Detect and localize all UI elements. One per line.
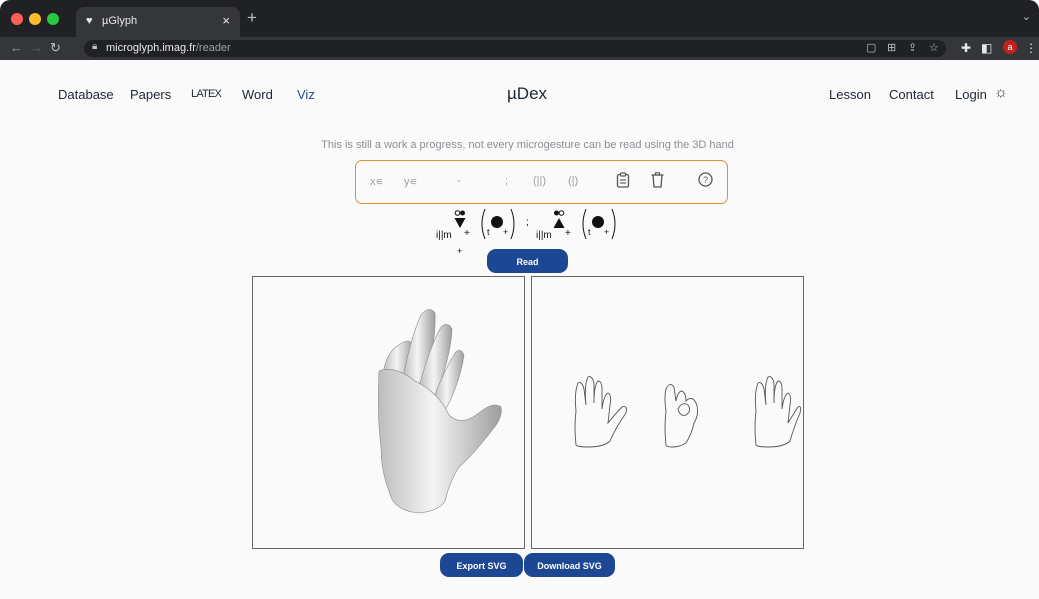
token-y[interactable]: y∊ (404, 175, 417, 188)
work-in-progress-notice: This is still a work a progress, not eve… (321, 139, 734, 151)
token-double-bar[interactable]: (||) (533, 175, 546, 187)
glyph-circle-paren-icon (481, 208, 515, 240)
url-omnibox[interactable]: 🔒︎ microglyph.imag.fr/reader ▢ ⊞ ⇪ ☆ (84, 40, 946, 57)
hand-line-drawings (574, 376, 802, 448)
window-minimize-button[interactable] (29, 13, 41, 25)
back-arrow-icon[interactable]: ← (10, 40, 23, 55)
formula-part2-paren-plus: + (604, 227, 610, 237)
tab-search-chevron-icon[interactable]: ⌄ (1022, 10, 1031, 23)
download-svg-button[interactable]: Download SVG (524, 553, 615, 577)
url-host: microglyph.imag.fr (106, 42, 196, 54)
lock-icon: 🔒︎ (92, 41, 98, 52)
token-dash[interactable]: - (457, 175, 461, 187)
url-text[interactable]: microglyph.imag.fr/reader (106, 42, 231, 54)
theme-toggle-sun-icon[interactable]: ☼ (994, 84, 1008, 101)
tab-close-icon[interactable]: × (222, 13, 230, 28)
nav-lesson[interactable]: Lesson (829, 87, 871, 102)
token-single-bar[interactable]: (|) (568, 175, 578, 187)
extensions-puzzle-icon[interactable]: ✚ (961, 41, 971, 55)
new-tab-button[interactable]: + (247, 8, 257, 28)
hand-3d-model (378, 309, 502, 514)
token-x[interactable]: x∊ (370, 175, 383, 188)
nav-papers[interactable]: Papers (130, 87, 171, 102)
formula-part2-paren-letter: t (588, 227, 591, 237)
clipboard-icon[interactable] (616, 172, 630, 191)
side-panel-icon[interactable]: ◧ (981, 41, 992, 55)
forward-arrow-icon[interactable]: → (30, 40, 43, 55)
formula-part1-paren-plus: + (503, 227, 509, 237)
formula-part1-sub-plus: + (457, 246, 463, 256)
brand-title[interactable]: µDex (507, 84, 547, 104)
glyph-down-triangle-icon (454, 210, 466, 228)
svg-text:?: ? (703, 175, 708, 185)
formula-separator: ; (526, 217, 529, 228)
read-button[interactable]: Read (487, 249, 568, 273)
page-content: Database Papers LATEX Word Viz µDex Less… (0, 60, 1039, 599)
hand-sketches-panel (531, 276, 804, 549)
export-svg-button[interactable]: Export SVG (440, 553, 523, 577)
hand-sketch-pinch-icon (664, 384, 699, 448)
hand-3d-viewer[interactable] (252, 276, 525, 549)
profile-avatar[interactable]: a (1003, 40, 1017, 54)
formula-part1-plus: + (464, 228, 470, 239)
nav-viz[interactable]: Viz (297, 87, 315, 102)
share-icon[interactable]: ⇪ (908, 41, 917, 54)
browser-tab-bar: ♥ µGlyph × + ⌄ (0, 0, 1039, 37)
formula-part1-main: i||m (436, 230, 452, 241)
screenshot-icon[interactable]: ▢ (866, 41, 876, 54)
formula-part2-plus: + (565, 228, 571, 239)
trash-icon[interactable] (651, 172, 664, 191)
tab-title: µGlyph (102, 15, 138, 27)
token-semicolon[interactable]: ; (505, 175, 508, 187)
nav-login[interactable]: Login (955, 87, 987, 102)
window-maximize-button[interactable] (47, 13, 59, 25)
help-icon[interactable]: ? (698, 172, 713, 190)
formula-part2-main: i||m (536, 230, 552, 241)
nav-latex[interactable]: LATEX (191, 88, 222, 100)
nav-contact[interactable]: Contact (889, 87, 934, 102)
url-path: /reader (195, 42, 231, 54)
bookmark-star-icon[interactable]: ☆ (929, 41, 939, 54)
browser-tab[interactable]: ♥ µGlyph × (76, 7, 240, 37)
translate-icon[interactable]: ⊞ (887, 41, 896, 54)
glyph-circle-paren-icon (582, 208, 616, 240)
formula-part1-paren-letter: t (487, 227, 490, 237)
address-bar: ← → ↻ 🔒︎ microglyph.imag.fr/reader ▢ ⊞ ⇪… (0, 37, 1039, 60)
favicon-icon: ♥ (86, 15, 93, 27)
gesture-input-field[interactable]: x∊ y∊ - ; (||) (|) ? (355, 160, 728, 204)
window-close-button[interactable] (11, 13, 23, 25)
hand-sketch-open-icon (574, 376, 627, 448)
browser-menu-icon[interactable]: ⋮ (1025, 41, 1037, 55)
nav-database[interactable]: Database (58, 87, 114, 102)
hand-sketch-open-icon (754, 376, 802, 448)
nav-word[interactable]: Word (242, 87, 273, 102)
glyph-up-triangle-icon (553, 210, 565, 228)
reload-icon[interactable]: ↻ (50, 40, 61, 56)
